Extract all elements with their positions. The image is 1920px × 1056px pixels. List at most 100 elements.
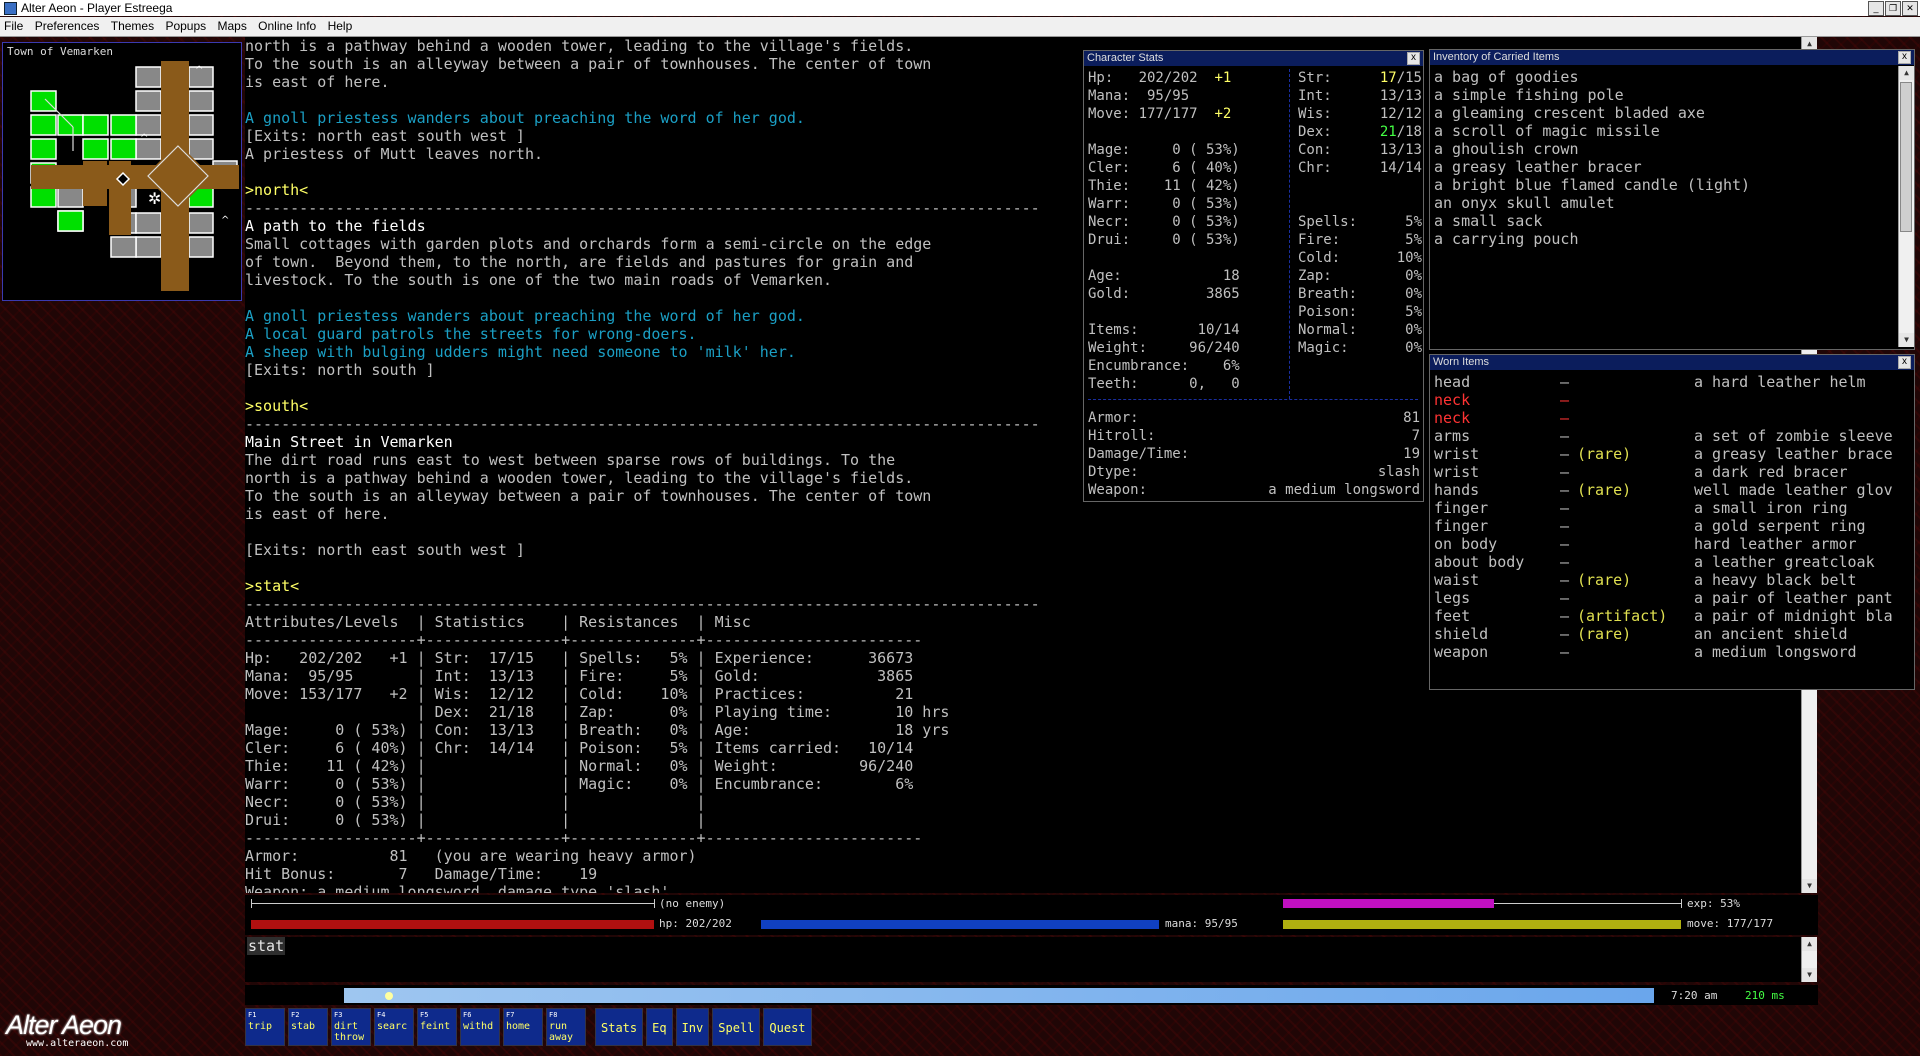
worn-slot: wrist (1434, 463, 1480, 481)
quest-button[interactable]: Quest (763, 1008, 812, 1046)
inventory-item[interactable]: a carrying pouch (1434, 230, 1894, 248)
stat-row: Normal: 0% (1298, 321, 1422, 339)
menu-help[interactable]: Help (324, 17, 357, 36)
inventory-panel: Inventory of Carried Items x a bag of goo… (1429, 49, 1915, 350)
hotkey-trip[interactable]: F1 trip (245, 1008, 285, 1046)
inventory-item[interactable]: a simple fishing pole (1434, 86, 1894, 104)
hotkey-number: F6 (463, 1011, 472, 1019)
stat-max: 5% (1405, 304, 1422, 320)
scroll-down-icon[interactable]: ▼ (1899, 333, 1914, 347)
hotkey-searc[interactable]: F4 searc (374, 1008, 414, 1046)
worn-row[interactable]: wrist – (rare) a greasy leather brace (1434, 445, 1912, 463)
inventory-item[interactable]: a ghoulish crown (1434, 140, 1894, 158)
hotkey-stab[interactable]: F2 stab (288, 1008, 328, 1046)
worn-row[interactable]: legs – a pair of leather pant (1434, 589, 1912, 607)
worn-row[interactable]: waist – (rare) a heavy black belt (1434, 571, 1912, 589)
worn-row[interactable]: hands – (rare) well made leather glov (1434, 481, 1912, 499)
hotkey-home[interactable]: F7 home (503, 1008, 543, 1046)
eq-button[interactable]: Eq (646, 1008, 673, 1046)
worn-row[interactable]: on body – hard leather armor (1434, 535, 1912, 553)
mana-label: mana: 95/95 (1165, 917, 1238, 930)
stat-name: Spells: (1298, 214, 1383, 230)
worn-item: a dark red bracer (1694, 463, 1848, 481)
inventory-item[interactable]: a bright blue flamed candle (light) (1434, 176, 1894, 194)
worn-row[interactable]: arms – a set of zombie sleeve (1434, 427, 1912, 445)
scroll-up-icon[interactable]: ▲ (1802, 937, 1817, 951)
worn-row[interactable]: finger – a gold serpent ring (1434, 517, 1912, 535)
stat-text: Encumbrance: 6% (1088, 358, 1240, 374)
scroll-down-icon[interactable]: ▼ (1802, 968, 1817, 982)
svg-text:^: ^ (195, 65, 203, 76)
worn-row[interactable]: wrist – a dark red bracer (1434, 463, 1912, 481)
worn-slot: wrist (1434, 445, 1480, 463)
hotkey-feint[interactable]: F5 feint (417, 1008, 457, 1046)
command-input[interactable]: stat (245, 937, 1801, 982)
worn-row[interactable]: feet – (artifact) a pair of midnight bla (1434, 607, 1912, 625)
hotkey-number: F5 (420, 1011, 429, 1019)
scroll-thumb[interactable] (1900, 82, 1912, 232)
inventory-item[interactable]: a small sack (1434, 212, 1894, 230)
stats-button[interactable]: Stats (595, 1008, 644, 1046)
worn-dash: – (1560, 391, 1570, 409)
stat-row: Age: 18 (1088, 267, 1282, 285)
worn-tag: (rare) (1577, 481, 1632, 499)
inventory-titlebar[interactable]: Inventory of Carried Items x (1430, 50, 1914, 65)
worn-items-titlebar[interactable]: Worn Items x (1430, 355, 1914, 370)
close-icon[interactable]: x (1898, 356, 1911, 369)
menu-popups[interactable]: Popups (161, 17, 210, 36)
restore-button[interactable]: ❐ (1885, 1, 1901, 16)
inventory-scrollbar[interactable]: ▲ ▼ (1898, 66, 1914, 347)
command-text[interactable]: stat (247, 937, 286, 955)
worn-row[interactable]: about body – a leather greatcloak (1434, 553, 1912, 571)
inventory-item[interactable]: a gleaming crescent bladed axe (1434, 104, 1894, 122)
stat-row: Breath: 0% (1298, 285, 1422, 303)
hotkey-label: dirt throw (334, 1021, 365, 1043)
window-title: Alter Aeon - Player Estreega (21, 1, 173, 15)
enemy-label: (no enemy) (659, 897, 726, 910)
window-titlebar[interactable]: Alter Aeon - Player Estreega _ ❐ ✕ (0, 0, 1920, 16)
inventory-item[interactable]: an onyx skull amulet (1434, 194, 1894, 212)
stat-row: Str: 17/15 (1298, 69, 1422, 87)
worn-items-list: head – a hard leather helm neck – neck – arms – a… (1434, 373, 1912, 661)
ping: 210 ms (1745, 989, 1785, 1002)
stat-value: 5% (1405, 303, 1422, 321)
stat-max: 13/13 (1379, 88, 1422, 104)
stat-row: Poison: 5% (1298, 303, 1422, 321)
hotkey-withd[interactable]: F6 withd (460, 1008, 500, 1046)
menu-online-info[interactable]: Online Info (254, 17, 320, 36)
command-scrollbar[interactable]: ▲ ▼ (1801, 937, 1817, 982)
close-icon[interactable]: x (1898, 51, 1911, 64)
hotkey-dirt-throw[interactable]: F3 dirt throw (331, 1008, 371, 1046)
inventory-item[interactable]: a bag of goodies (1434, 68, 1894, 86)
town-map[interactable]: ✲ ^ ^ ^ (3, 61, 239, 299)
scroll-down-icon[interactable]: ▼ (1802, 879, 1817, 893)
hotkey-run-away[interactable]: F8 run away (546, 1008, 586, 1046)
stat-value: 17/15 (1380, 69, 1422, 87)
scroll-up-icon[interactable]: ▲ (1899, 66, 1914, 80)
worn-row[interactable]: shield – (rare) an ancient shield (1434, 625, 1912, 643)
hotkey-number: F7 (506, 1011, 515, 1019)
stat-name: Hitroll: (1088, 428, 1156, 444)
menu-themes[interactable]: Themes (107, 17, 158, 36)
worn-item: a pair of leather pant (1694, 589, 1893, 607)
worn-row[interactable]: neck – (1434, 391, 1912, 409)
menu-file[interactable]: File (0, 17, 27, 36)
worn-row[interactable]: head – a hard leather helm (1434, 373, 1912, 391)
close-button[interactable]: ✕ (1902, 1, 1918, 16)
menu-preferences[interactable]: Preferences (31, 17, 104, 36)
worn-slot: finger (1434, 499, 1489, 517)
stat-max: 0% (1405, 268, 1422, 284)
worn-row[interactable]: finger – a small iron ring (1434, 499, 1912, 517)
worn-row[interactable]: neck – (1434, 409, 1912, 427)
inventory-item[interactable]: a scroll of magic missile (1434, 122, 1894, 140)
inventory-item[interactable]: a greasy leather bracer (1434, 158, 1894, 176)
minimize-button[interactable]: _ (1868, 1, 1884, 16)
menu-maps[interactable]: Maps (213, 17, 250, 36)
clock: 7:20 am (1671, 989, 1718, 1002)
stat-row: Armor: 81 (1088, 409, 1420, 427)
worn-row[interactable]: weapon – a medium longsword (1434, 643, 1912, 661)
character-stats-titlebar[interactable]: Character Stats x (1084, 51, 1423, 66)
spell-button[interactable]: Spell (712, 1008, 761, 1046)
inv-button[interactable]: Inv (675, 1008, 710, 1046)
close-icon[interactable]: x (1407, 52, 1420, 65)
